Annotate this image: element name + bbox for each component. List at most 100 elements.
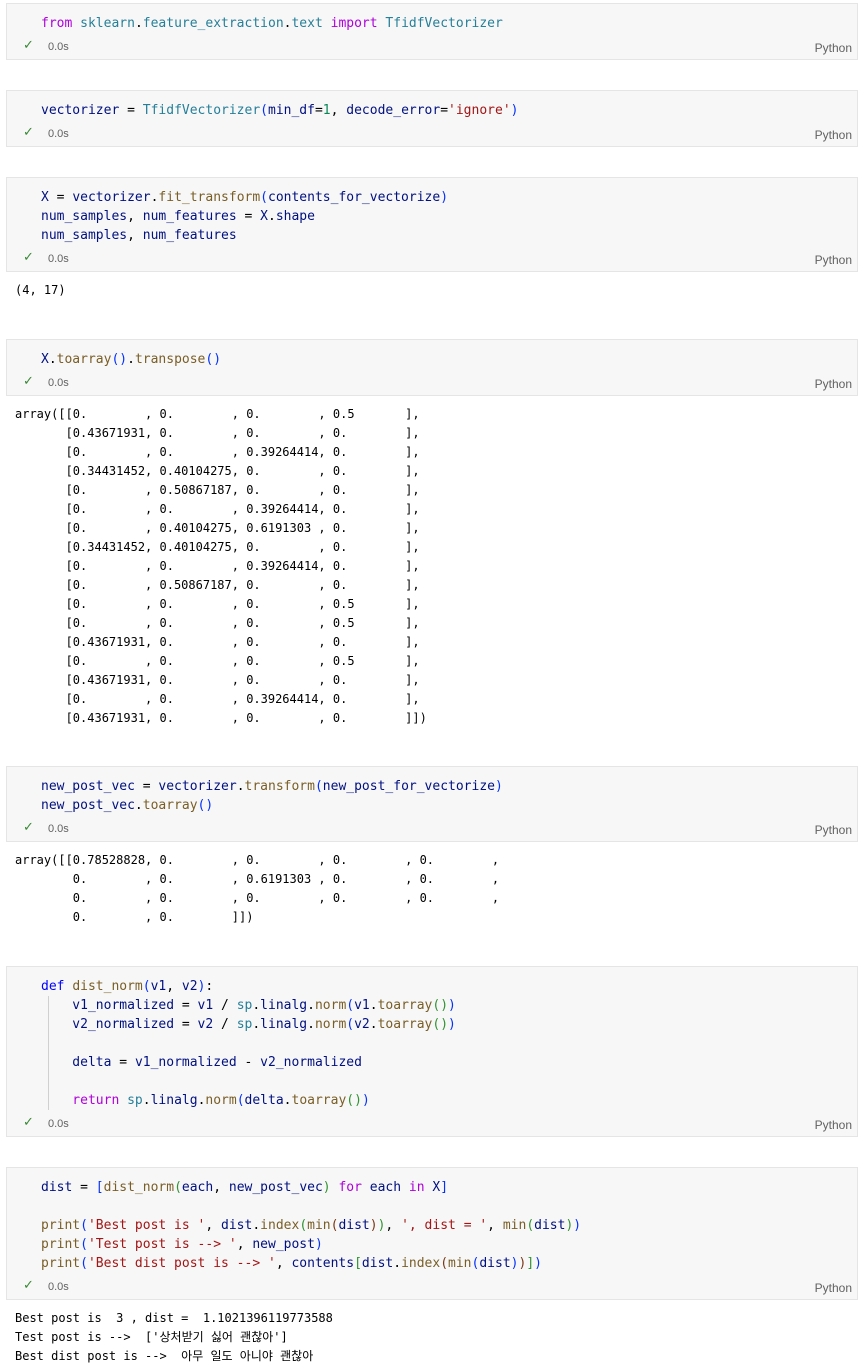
code-token: delta [41, 1055, 112, 1070]
code-token: ( [346, 998, 355, 1013]
code-token: TfidfVectorizer [385, 16, 503, 31]
cell-output: array([[0. , 0. , 0. , 0.5 ], [0.4367193… [15, 405, 427, 728]
code-token: ) [314, 1237, 323, 1252]
code-editor[interactable]: def dist_norm(v1, v2): v1_normalized = v… [41, 977, 849, 1110]
code-token: ( [80, 1237, 88, 1252]
output-line: [0. , 0. , 0.39264414, 0. ], [15, 445, 420, 459]
code-token: new_post_for_vectorize [322, 779, 495, 794]
code-token: = [174, 998, 198, 1013]
code-editor[interactable]: X = vectorizer. fit_transform(contents_fo… [41, 188, 849, 245]
code-token: ) [322, 1180, 331, 1195]
output-line: [0. , 0. , 0.39264414, 0. ], [15, 559, 420, 573]
code-token: dist_norm [103, 1180, 175, 1195]
code-line: v2_normalized = v2 / sp.linalg.norm(v2.t… [41, 1015, 849, 1034]
code-line: print('Best post is ', dist.index(min(di… [41, 1216, 849, 1235]
cell-status-bar: ✓ 0.0s Python [7, 373, 857, 395]
code-cell-1[interactable]: from sklearn.feature_extraction.text imp… [6, 3, 858, 60]
code-token: ( [526, 1218, 535, 1233]
code-cell-3[interactable]: X = vectorizer. fit_transform(contents_fo… [6, 177, 858, 272]
code-token: , [487, 1218, 503, 1233]
code-token: text [291, 16, 323, 31]
code-token: 'Test post is --> ' [87, 1237, 237, 1252]
language-label[interactable]: Python [815, 1118, 852, 1132]
code-cell-4[interactable]: X.toarray().transpose() ✓ 0.0s Python [6, 339, 858, 396]
output-line: [0.43671931, 0. , 0. , 0. ]]) [15, 711, 427, 725]
code-cell-6[interactable]: def dist_norm(v1, v2): v1_normalized = v… [6, 966, 858, 1137]
code-cell-5[interactable]: new_post_vec = vectorizer.transform(new_… [6, 766, 858, 842]
code-token: dist_norm [72, 979, 143, 994]
code-token: . [369, 1017, 378, 1032]
code-token: ) [573, 1218, 582, 1233]
output-line: [0.43671931, 0. , 0. , 0. ], [15, 426, 420, 440]
code-token: 'Best dist post is --> ' [87, 1256, 276, 1271]
code-line: new_post_vec = vectorizer.transform(new_… [41, 777, 849, 796]
code-token: decode_error [346, 103, 441, 118]
code-token: sp [127, 1093, 143, 1108]
code-token: 'Best post is ' [87, 1218, 206, 1233]
code-token: / [213, 998, 237, 1013]
cell-status-bar: ✓ 0.0s Python [7, 1277, 857, 1299]
language-label[interactable]: Python [815, 1281, 852, 1295]
code-token: contents_for_vectorize [268, 190, 441, 205]
check-icon: ✓ [23, 125, 34, 140]
code-token: . [236, 779, 245, 794]
code-token: = [236, 209, 261, 224]
code-token: toarray [291, 1093, 347, 1108]
code-token: = [440, 103, 449, 118]
code-token: print [41, 1256, 81, 1271]
code-token: () [197, 798, 214, 813]
cell-status-bar: ✓ 0.0s Python [7, 124, 857, 146]
code-token: 1 [322, 103, 331, 118]
execution-time: 0.0s [48, 1118, 69, 1130]
cell-output: Best post is 3 , dist = 1.10213961197735… [15, 1309, 333, 1366]
code-token: min [502, 1218, 527, 1233]
output-line: array([[0. , 0. , 0. , 0.5 ], [15, 407, 420, 421]
code-token: X [41, 352, 49, 367]
code-cell-7[interactable]: dist = [dist_norm(each, new_post_vec) fo… [6, 1167, 858, 1300]
code-editor[interactable]: vectorizer = TfidfVectorizer(min_df=1, d… [41, 101, 849, 120]
language-label[interactable]: Python [815, 377, 852, 391]
code-token: , [127, 209, 143, 224]
code-token: . [252, 1218, 261, 1233]
execution-time: 0.0s [48, 128, 69, 140]
cell-status-bar: ✓ 0.0s Python [7, 1114, 857, 1136]
language-label[interactable]: Python [815, 823, 852, 837]
code-editor[interactable]: from sklearn.feature_extraction.text imp… [41, 14, 849, 33]
language-label[interactable]: Python [815, 128, 852, 142]
code-token: ( [260, 103, 268, 118]
output-line: 0. , 0. ]]) [15, 910, 254, 924]
code-token: index [401, 1256, 441, 1271]
code-token: num_features [142, 209, 237, 224]
code-editor[interactable]: new_post_vec = vectorizer.transform(new_… [41, 777, 849, 815]
code-line: X = vectorizer.fit_transform(contents_fo… [41, 188, 849, 207]
code-line: num_samples, num_features = X.shape [41, 207, 849, 226]
language-label[interactable]: Python [815, 41, 852, 55]
code-token: ) [494, 779, 503, 794]
check-icon: ✓ [23, 38, 34, 53]
code-token: . [252, 1017, 261, 1032]
code-token: ] [526, 1256, 535, 1271]
code-editor[interactable]: dist = [dist_norm(each, new_post_vec) fo… [41, 1178, 849, 1273]
code-token: = [314, 103, 323, 118]
code-token: = [174, 1017, 198, 1032]
output-line: [0.34431452, 0.40104275, 0. , 0. ], [15, 464, 420, 478]
code-token: transpose [134, 352, 206, 367]
code-token: linalg [260, 998, 308, 1013]
language-label[interactable]: Python [815, 253, 852, 267]
code-token: def [41, 979, 65, 994]
code-editor[interactable]: X.toarray().transpose() [41, 350, 849, 369]
code-token: shape [275, 209, 315, 224]
code-token: , [236, 1237, 253, 1252]
output-line: [0.43671931, 0. , 0. , 0. ], [15, 673, 420, 687]
code-line: return sp.linalg.norm(delta.toarray()) [41, 1091, 849, 1110]
code-token: num_samples [41, 228, 128, 243]
code-token: return [41, 1093, 120, 1108]
code-token: v2_normalized [260, 1055, 362, 1070]
code-token: ( [440, 1256, 449, 1271]
code-cell-2[interactable]: vectorizer = TfidfVectorizer(min_df=1, d… [6, 90, 858, 147]
output-line: [0.34431452, 0.40104275, 0. , 0. ], [15, 540, 420, 554]
output-line: [0. , 0. , 0. , 0.5 ], [15, 654, 420, 668]
